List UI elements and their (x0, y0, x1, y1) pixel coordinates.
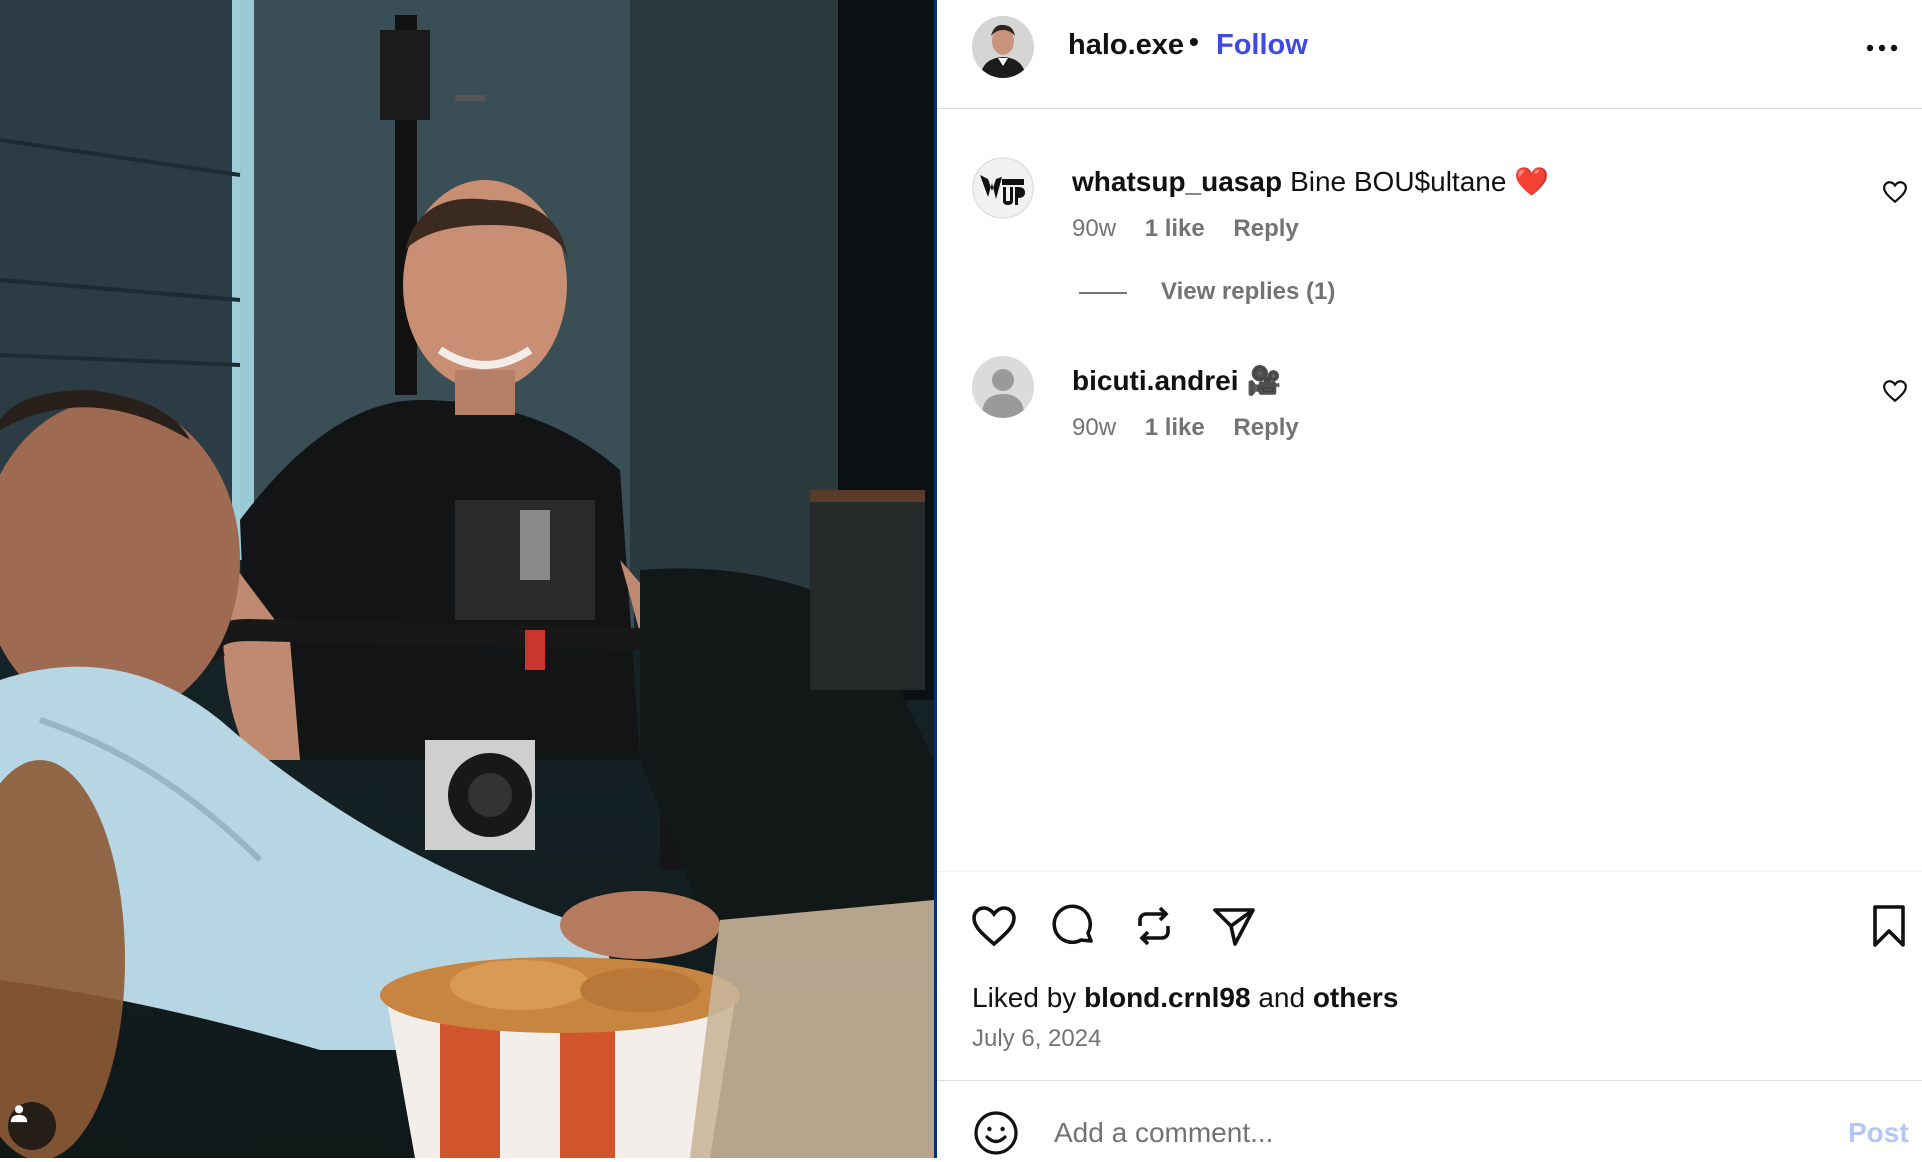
actions-divider (937, 871, 1922, 872)
reply-button[interactable]: Reply (1233, 414, 1298, 441)
heart-icon (972, 906, 1016, 947)
view-replies-button[interactable]: View replies (1) (1079, 278, 1335, 306)
like-comment-button[interactable] (1882, 179, 1908, 205)
comment-username[interactable]: whatsup_uasap (1072, 166, 1282, 197)
liked-by-prefix: Liked by (972, 982, 1077, 1013)
repost-button[interactable] (1130, 902, 1178, 950)
comment-body: whatsup_uasap Bine BOU$ultane ❤️ (1072, 165, 1549, 198)
share-button[interactable] (1210, 902, 1258, 950)
comment-text: 🎥 (1246, 365, 1282, 396)
more-options-button[interactable] (1862, 30, 1902, 66)
photo-illustration (0, 0, 934, 1158)
author-avatar[interactable] (972, 16, 1034, 78)
bookmark-icon (1873, 905, 1905, 947)
like-comment-button[interactable] (1882, 378, 1908, 404)
comment-meta: 90w 1 like Reply (1072, 215, 1321, 243)
view-replies-label: View replies (1) (1161, 278, 1336, 305)
post-date[interactable]: July 6, 2024 (972, 1025, 1101, 1053)
liked-by-others[interactable]: others (1313, 982, 1399, 1013)
tagged-users-button[interactable] (8, 1102, 56, 1150)
post-details-panel: halo.exe • Follow whatsup_uasap Bine BOU$… (937, 0, 1922, 1158)
comment-input[interactable] (1052, 1109, 1756, 1157)
post-header: halo.exe • Follow (937, 0, 1922, 109)
reply-button[interactable]: Reply (1233, 215, 1298, 242)
comment-age[interactable]: 90w (1072, 414, 1116, 441)
liked-by-user[interactable]: blond.crnl98 (1084, 982, 1250, 1013)
liked-by-summary: Liked by blond.crnl98 and others (972, 982, 1398, 1014)
heart-icon (1883, 380, 1907, 403)
post-photo[interactable] (0, 0, 934, 1158)
save-button[interactable] (1865, 902, 1913, 950)
header-separator: • (1189, 26, 1199, 57)
comment-username[interactable]: bicuti.andrei (1072, 365, 1238, 396)
commenter-avatar[interactable] (972, 356, 1034, 418)
emoji-icon (974, 1111, 1018, 1155)
comment-likes[interactable]: 1 like (1145, 414, 1205, 441)
author-username[interactable]: halo.exe (1068, 29, 1184, 62)
send-icon (1213, 908, 1255, 946)
post-comment-button[interactable]: Post (1848, 1117, 1909, 1149)
follow-button[interactable]: Follow (1216, 29, 1308, 62)
comment-icon (1052, 904, 1093, 945)
emoji-button[interactable] (972, 1109, 1020, 1157)
repost-icon (1138, 906, 1170, 946)
person-icon (10, 1105, 28, 1123)
add-comment-bar: Post (937, 1080, 1922, 1159)
more-dots-icon (1866, 44, 1898, 52)
comment-age[interactable]: 90w (1072, 215, 1116, 242)
commenter-avatar[interactable] (972, 157, 1034, 219)
replies-line (1079, 291, 1127, 294)
comment-body: bicuti.andrei 🎥 (1072, 364, 1281, 397)
comment-button[interactable] (1050, 902, 1098, 950)
like-button[interactable] (970, 902, 1018, 950)
comment-meta: 90w 1 like Reply (1072, 414, 1321, 442)
comment-likes[interactable]: 1 like (1145, 215, 1205, 242)
comment-text: Bine BOU$ultane ❤️ (1290, 166, 1550, 197)
heart-icon (1883, 181, 1907, 204)
liked-by-conj: and (1258, 982, 1306, 1013)
